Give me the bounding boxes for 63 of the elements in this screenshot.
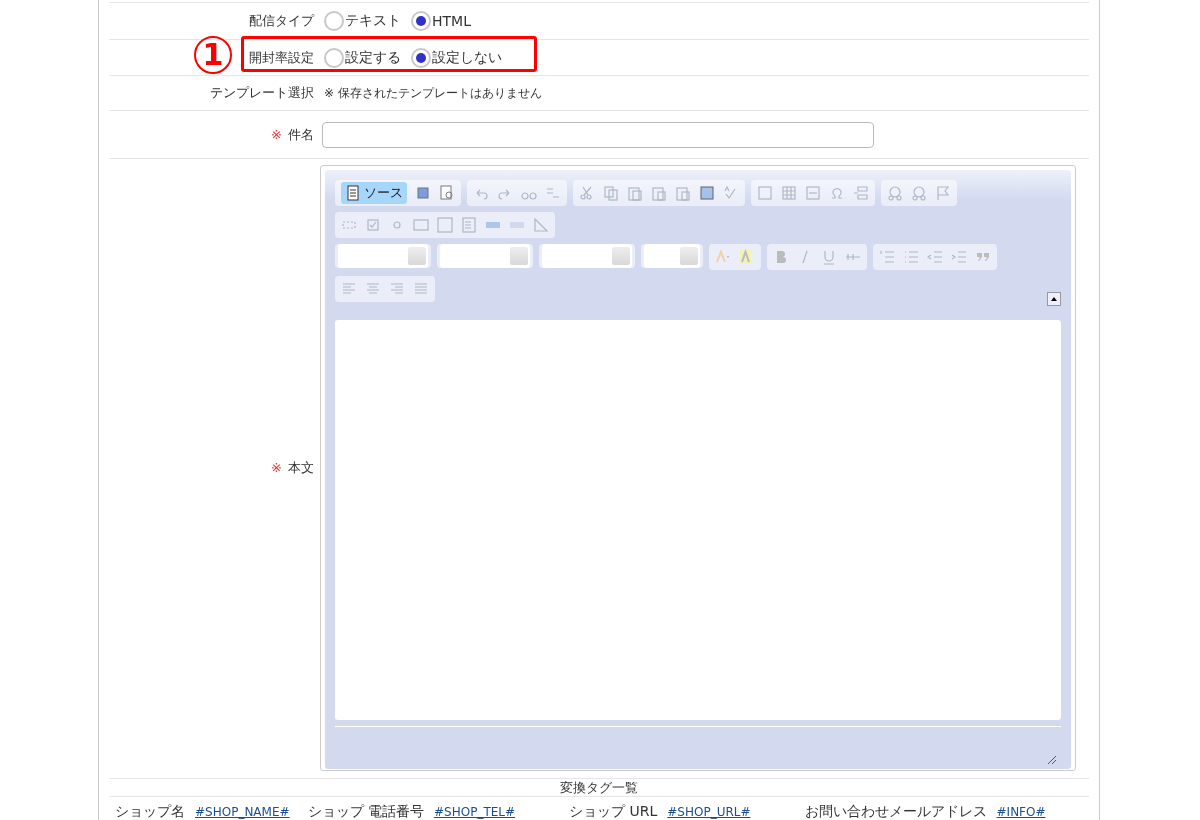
step-number: 1: [194, 36, 232, 74]
textarea-icon[interactable]: [437, 217, 453, 233]
required-mark: ※: [271, 460, 282, 475]
paste-text-icon[interactable]: [651, 185, 667, 201]
field-label: 開封率設定: [249, 49, 314, 65]
radio-button[interactable]: [324, 11, 344, 31]
radio-button[interactable]: [411, 11, 431, 31]
note-text: ※ 保存されたテンプレートはありません: [324, 84, 542, 102]
ruler-icon[interactable]: [533, 217, 549, 233]
source-button[interactable]: ソース: [341, 182, 407, 204]
radio-label[interactable]: テキスト: [345, 12, 401, 30]
table-icon[interactable]: [781, 185, 797, 201]
copy-icon[interactable]: [603, 185, 619, 201]
page-break-icon[interactable]: [853, 185, 869, 201]
radio-label[interactable]: HTML: [432, 13, 471, 29]
text-color-icon[interactable]: [715, 249, 731, 265]
resize-grip-icon[interactable]: [1045, 753, 1057, 765]
radio-label[interactable]: 設定する: [345, 48, 401, 67]
tag-link[interactable]: #SHOP_TEL#: [434, 805, 516, 819]
numbered-list-icon[interactable]: [879, 249, 895, 265]
bullet-list-icon[interactable]: [903, 249, 919, 265]
tag-link[interactable]: #SHOP_URL#: [667, 805, 751, 819]
radio-button[interactable]: [411, 47, 431, 68]
tag-label: ショップ URL: [569, 803, 658, 820]
field-label: 本文: [288, 460, 314, 475]
radio-button[interactable]: [324, 47, 344, 68]
tag-label: お問い合わせメールアドレス: [804, 803, 987, 820]
editor-body[interactable]: [335, 320, 1061, 720]
align-center-icon[interactable]: [365, 281, 381, 297]
format-dropdown[interactable]: [338, 244, 428, 268]
text-field-icon[interactable]: [413, 217, 429, 233]
size-dropdown[interactable]: [644, 244, 700, 268]
paste-icon[interactable]: [627, 185, 643, 201]
document-icon: [345, 185, 361, 201]
radio-label[interactable]: 設定しない: [432, 48, 502, 67]
style-dropdown[interactable]: [440, 244, 530, 268]
required-mark: ※: [271, 126, 282, 142]
tag-label: ショップ名: [115, 803, 185, 820]
underline-icon[interactable]: [821, 249, 837, 265]
field-label: 件名: [288, 126, 314, 142]
input-field[interactable]: [322, 121, 874, 148]
tag-link[interactable]: #INFO#: [996, 805, 1046, 819]
select-icon[interactable]: [461, 217, 477, 233]
indent-icon[interactable]: [951, 249, 967, 265]
scissors-icon[interactable]: [579, 185, 595, 201]
field-label: テンプレート選択: [210, 85, 314, 100]
align-left-icon[interactable]: [341, 281, 357, 297]
section-title: 変換タグ一覧: [560, 778, 638, 797]
image-icon[interactable]: [757, 185, 773, 201]
preview-icon[interactable]: [439, 185, 455, 201]
select-all-icon[interactable]: [699, 185, 715, 201]
flag-icon[interactable]: [935, 185, 951, 201]
align-right-icon[interactable]: [389, 281, 405, 297]
field-label: 配信タイプ: [249, 13, 314, 28]
collapse-toolbar-icon[interactable]: [1047, 292, 1061, 306]
checkbox-icon[interactable]: [365, 217, 381, 233]
outdent-icon[interactable]: [927, 249, 943, 265]
omega-icon[interactable]: [829, 185, 845, 201]
font-dropdown[interactable]: [542, 244, 632, 268]
tag-link[interactable]: #SHOP_NAME#: [195, 805, 290, 819]
justify-icon[interactable]: [413, 281, 429, 297]
paste-word-icon[interactable]: [675, 185, 691, 201]
tag-label: ショップ 電話番号: [307, 803, 424, 820]
